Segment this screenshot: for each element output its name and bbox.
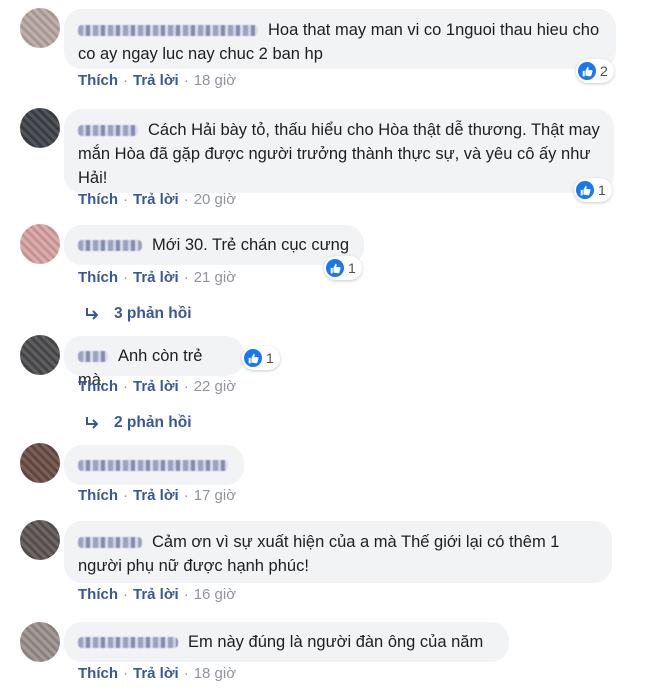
like-link[interactable]: Thích (78, 487, 118, 504)
reaction-number: 1 (266, 350, 274, 366)
separator: · (183, 378, 189, 395)
reply-link[interactable]: Trả lời (133, 487, 179, 504)
reply-link[interactable]: Trả lời (133, 586, 179, 603)
avatar[interactable] (20, 622, 60, 662)
comment-bubble: Mới 30. Trẻ chán cục cưng (64, 225, 364, 265)
reaction-number: 2 (600, 63, 608, 79)
separator: · (183, 269, 189, 286)
reply-link[interactable]: Trả lời (133, 665, 179, 682)
author-name-blurred[interactable] (78, 125, 138, 136)
timestamp[interactable]: 20 giờ (194, 191, 236, 208)
like-link[interactable]: Thích (78, 586, 118, 603)
reaction-count[interactable]: 1 (574, 178, 612, 202)
reply-link[interactable]: Trả lời (133, 72, 179, 89)
comment-text: Em này đúng là người đàn ông của năm (188, 633, 484, 651)
timestamp[interactable]: 16 giờ (194, 586, 236, 603)
separator: · (123, 586, 128, 603)
timestamp[interactable]: 22 giờ (194, 378, 236, 395)
separator: · (183, 72, 189, 89)
like-icon (576, 181, 594, 199)
avatar[interactable] (20, 8, 60, 48)
view-replies-link[interactable]: 3 phản hồi (84, 305, 192, 323)
comment-bubble: Hoa that may man vi co 1nguoi thau hieu … (64, 9, 616, 69)
like-link[interactable]: Thích (78, 72, 118, 89)
reaction-count[interactable]: 1 (324, 256, 362, 280)
like-icon (244, 349, 262, 367)
comment-actions: Thích · Trả lời · 20 giờ (78, 191, 236, 208)
avatar[interactable] (20, 335, 60, 375)
reaction-count[interactable]: 2 (576, 59, 614, 83)
reply-arrow-icon (86, 417, 99, 429)
like-link[interactable]: Thích (78, 191, 118, 208)
separator: · (123, 191, 128, 208)
comment-actions: Thích · Trả lời · 18 giờ (78, 665, 236, 682)
reaction-count[interactable]: 1 (242, 346, 280, 370)
like-link[interactable]: Thích (78, 665, 118, 682)
timestamp[interactable]: 18 giờ (194, 72, 236, 89)
comment-bubble: Anh còn trẻ mà. (64, 336, 244, 389)
separator: · (123, 269, 128, 286)
replies-count: 2 phản hồi (114, 414, 192, 431)
reaction-number: 1 (348, 260, 356, 276)
timestamp[interactable]: 18 giờ (194, 665, 236, 682)
comment-actions: Thích · Trả lời · 22 giờ (78, 378, 236, 395)
separator: · (123, 72, 128, 89)
comment-actions: Thích · Trả lời · 21 giờ (78, 269, 236, 286)
avatar[interactable] (20, 224, 60, 264)
reaction-number: 1 (598, 182, 606, 198)
timestamp[interactable]: 21 giờ (194, 269, 236, 286)
reply-arrow-icon (86, 308, 99, 320)
separator: · (123, 487, 128, 504)
replies-count: 3 phản hồi (114, 305, 192, 322)
comment-text: Cảm ơn vì sự xuất hiện của a mà Thế giới… (78, 533, 560, 575)
comment-actions: Thích · Trả lời · 18 giờ (78, 72, 236, 89)
avatar[interactable] (20, 108, 60, 148)
author-name-blurred[interactable] (78, 240, 142, 251)
author-name-blurred[interactable] (78, 637, 178, 648)
like-icon (326, 259, 344, 277)
reply-link[interactable]: Trả lời (133, 191, 179, 208)
comment-text: Mới 30. Trẻ chán cục cưng (152, 236, 350, 254)
comment-actions: Thích · Trả lời · 17 giờ (78, 487, 236, 504)
view-replies-link[interactable]: 2 phản hồi (84, 414, 192, 432)
like-link[interactable]: Thích (78, 269, 118, 286)
comment-text: Cách Hải bày tỏ, thấu hiểu cho Hòa thật … (78, 121, 600, 187)
separator: · (183, 191, 189, 208)
author-name-blurred[interactable] (78, 460, 228, 471)
author-name-blurred[interactable] (78, 537, 142, 548)
like-link[interactable]: Thích (78, 378, 118, 395)
author-name-blurred[interactable] (78, 25, 258, 36)
comment-bubble: Em này đúng là người đàn ông của năm (64, 622, 509, 662)
timestamp[interactable]: 17 giờ (194, 487, 236, 504)
separator: · (183, 665, 189, 682)
separator: · (183, 487, 189, 504)
author-name-blurred[interactable] (78, 351, 108, 362)
separator: · (123, 378, 128, 395)
comment-bubble (64, 445, 244, 485)
comment-bubble: Cảm ơn vì sự xuất hiện của a mà Thế giới… (64, 521, 612, 583)
separator: · (123, 665, 128, 682)
avatar[interactable] (20, 443, 60, 483)
separator: · (183, 586, 189, 603)
reply-link[interactable]: Trả lời (133, 378, 179, 395)
avatar[interactable] (20, 520, 60, 560)
like-icon (578, 62, 596, 80)
comment-actions: Thích · Trả lời · 16 giờ (78, 586, 236, 603)
reply-link[interactable]: Trả lời (133, 269, 179, 286)
comment-bubble: Cách Hải bày tỏ, thấu hiểu cho Hòa thật … (64, 109, 614, 193)
